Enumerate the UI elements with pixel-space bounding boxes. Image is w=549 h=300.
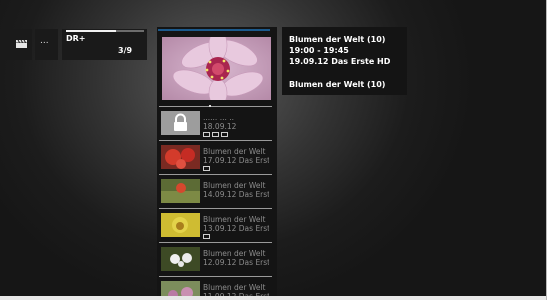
more-dots: ... — [40, 36, 49, 46]
recording-title: Blumen der Welt — [203, 249, 266, 258]
locked-date: 18.09.12 — [203, 122, 237, 131]
recording-title: Blumen der Welt — [203, 215, 266, 224]
recording-subtitle: 17.09.12 Das Erste HD — [203, 156, 269, 165]
recording-thumbnail — [161, 247, 200, 271]
program-info-panel: Blumen der Welt (10) 19:00 - 19:45 19.09… — [282, 27, 407, 95]
channel-title: DR+ — [66, 34, 86, 43]
badge-icon — [203, 132, 210, 137]
channel-progress-bar — [66, 30, 144, 32]
list-item[interactable]: Blumen der Welt 12.09.12 Das Erste HD — [159, 242, 272, 275]
list-item-locked[interactable]: ...... ... .. 18.09.12 — [159, 105, 272, 139]
program-time: 19:00 - 19:45 — [289, 46, 349, 55]
recording-title: Blumen der Welt — [203, 181, 266, 190]
media-browser: ... DR+ 3/9 ...... ... .. 18.09.12 Blume… — [0, 0, 547, 300]
recording-subtitle: 14.09.12 Das Erste HD — [203, 190, 269, 199]
recording-title: Blumen der Welt — [203, 147, 266, 156]
list-item[interactable]: Blumen der Welt 14.09.12 Das Erste HD — [159, 174, 272, 207]
column-focus-bar — [158, 29, 270, 31]
recording-subtitle: 12.09.12 Das Erste HD — [203, 258, 269, 267]
recording-thumbnail — [161, 179, 200, 203]
page-indicator: 3/9 — [118, 46, 133, 55]
program-episode: Blumen der Welt (10) — [289, 80, 386, 89]
recording-subtitle: 11.09.12 Das Erste HD — [203, 292, 269, 300]
row-marker — [209, 105, 211, 107]
list-item[interactable]: Blumen der Welt 13.09.12 Das Erste HD — [159, 208, 272, 241]
clapperboard-icon — [16, 40, 27, 48]
recording-thumbnail — [161, 281, 200, 300]
badge-icon — [221, 132, 228, 137]
lock-icon — [174, 113, 187, 131]
channel-progress-fill — [66, 30, 116, 32]
recording-thumbnail — [161, 145, 200, 169]
recording-subtitle: 13.09.12 Das Erste HD — [203, 224, 269, 233]
badge-icon — [212, 132, 219, 137]
recording-thumbnail — [161, 213, 200, 237]
program-title: Blumen der Welt (10) — [289, 35, 386, 44]
badge-icon — [203, 166, 210, 171]
locked-title: ...... ... .. — [203, 113, 234, 122]
selected-recording-preview[interactable] — [162, 37, 271, 100]
list-item[interactable]: Blumen der Welt 17.09.12 Das Erste HD — [159, 140, 272, 173]
badge-icon — [203, 234, 210, 239]
recording-title: Blumen der Welt — [203, 283, 266, 292]
list-item[interactable]: Blumen der Welt 11.09.12 Das Erste HD — [159, 276, 272, 300]
program-date-channel: 19.09.12 Das Erste HD — [289, 57, 391, 66]
lock-thumbnail — [161, 111, 200, 135]
